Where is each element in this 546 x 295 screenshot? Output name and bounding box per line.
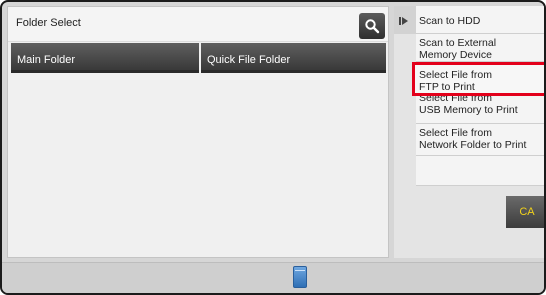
side-item-label: Select File from (419, 69, 492, 81)
status-bar (2, 262, 544, 293)
side-item-network-folder-to-print[interactable]: Select File from Network Folder to Print (416, 124, 544, 156)
side-panel-toggle[interactable] (394, 6, 416, 34)
side-item-scan-to-external-memory[interactable]: Scan to External Memory Device (416, 34, 544, 62)
clear-all-button[interactable]: CA (506, 196, 544, 228)
side-item-label: Scan to External (419, 37, 497, 49)
search-button[interactable] (359, 13, 385, 39)
side-item-usb-memory-to-print[interactable]: Select File from USB Memory to Print (416, 96, 544, 124)
side-item-label: Memory Device (419, 49, 492, 61)
panel-title: Folder Select (16, 17, 81, 29)
side-item-label: Select File from (419, 127, 492, 139)
side-item-label: Select File from (419, 96, 492, 104)
side-item-label: Scan to HDD (419, 15, 481, 27)
panel-header: Folder Select (8, 7, 388, 42)
side-item-scan-to-hdd[interactable]: Scan to HDD (416, 6, 544, 34)
side-item-label: Network Folder to Print (419, 139, 527, 151)
folder-select-panel: Folder Select Main Folder Quick File Fol… (7, 6, 389, 258)
side-item-empty (416, 156, 544, 186)
quick-file-folder-button[interactable]: Quick File Folder (201, 43, 386, 73)
search-icon (365, 19, 380, 34)
play-arrow-icon (399, 17, 408, 25)
screen-frame: Folder Select Main Folder Quick File Fol… (0, 0, 546, 295)
side-item-ftp-to-print[interactable]: Select File from FTP to Print (412, 62, 544, 96)
main-folder-button[interactable]: Main Folder (11, 43, 199, 73)
side-item-label: USB Memory to Print (419, 104, 518, 116)
side-item-label: FTP to Print (419, 81, 475, 93)
action-side-panel: Scan to HDD Scan to External Memory Devi… (394, 6, 544, 258)
job-status-icon[interactable] (293, 266, 307, 288)
